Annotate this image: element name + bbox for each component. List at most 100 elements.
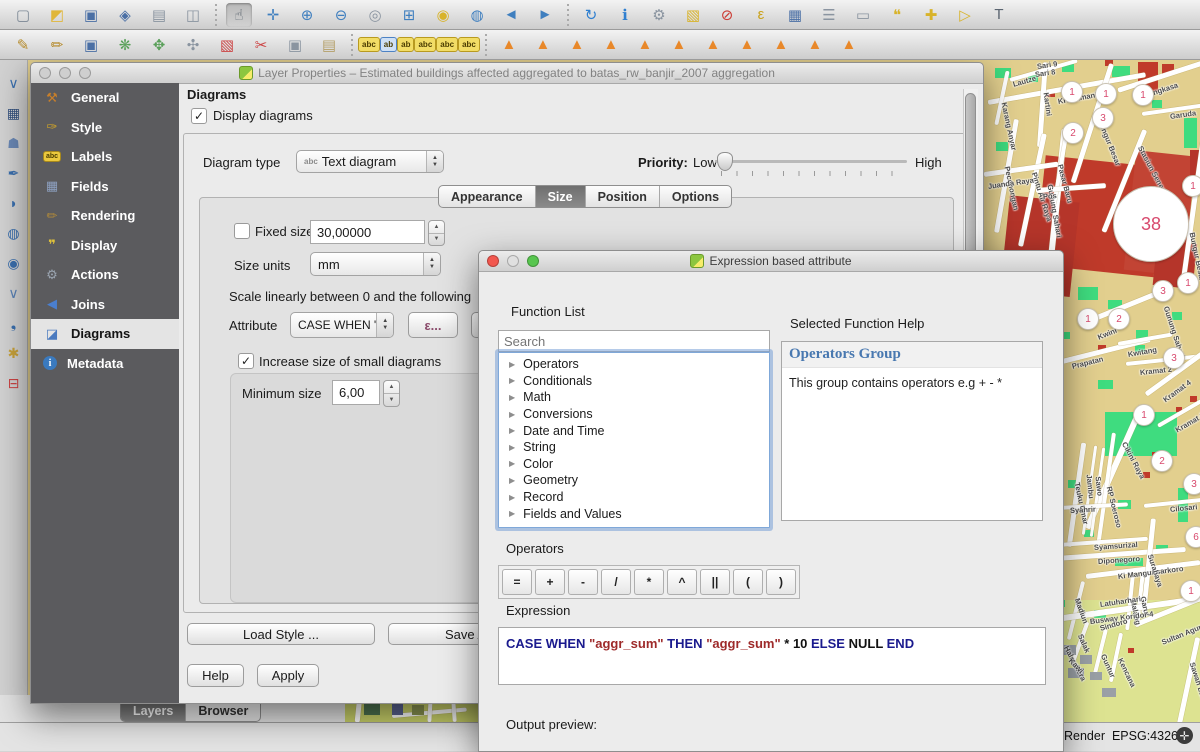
load-style-button[interactable]: Load Style ... — [187, 623, 375, 645]
measure-icon[interactable]: ▭ — [850, 3, 876, 27]
label-rotate-icon[interactable]: abc — [458, 37, 480, 52]
operator-button[interactable]: / — [601, 569, 631, 595]
fixed-size-stepper[interactable]: ▲▼ — [428, 220, 445, 246]
save-project-as-icon[interactable]: ◈ — [112, 3, 138, 27]
field-calculator-icon[interactable]: ☰ — [816, 3, 842, 27]
pan-map-icon[interactable]: ☝ — [226, 3, 252, 27]
expand-triangle-icon[interactable]: ▶ — [509, 509, 515, 518]
sidebar-item-fields[interactable]: ▦Fields — [31, 172, 179, 202]
sidebar-item-joins[interactable]: ◀Joins — [31, 290, 179, 320]
new-bookmark-icon[interactable]: ✚ — [918, 3, 944, 27]
show-bookmarks-icon[interactable]: ▷ — [952, 3, 978, 27]
function-group-color[interactable]: ▶Color — [499, 456, 769, 473]
add-mssql-layer-icon[interactable]: ◗ — [1, 191, 27, 215]
node-tool-icon[interactable]: ✣ — [180, 33, 206, 57]
copy-features-icon[interactable]: ▣ — [282, 33, 308, 57]
search-input[interactable] — [498, 330, 770, 352]
fixed-size-checkbox[interactable] — [234, 223, 250, 239]
minimum-size-stepper[interactable]: ▲▼ — [383, 380, 400, 407]
function-group-conditionals[interactable]: ▶Conditionals — [499, 373, 769, 390]
expand-triangle-icon[interactable]: ▶ — [509, 410, 515, 419]
diagram-type-dropdown[interactable]: abc Text diagram ▲▼ — [296, 150, 444, 173]
function-group-geometry[interactable]: ▶Geometry — [499, 472, 769, 489]
function-group-fields-and-values[interactable]: ▶Fields and Values — [499, 505, 769, 522]
refresh-icon[interactable]: ↻ — [578, 3, 604, 27]
zoom-window-icon[interactable] — [79, 67, 91, 79]
help-button[interactable]: Help — [187, 664, 244, 687]
map-tips-icon[interactable]: ❝ — [884, 3, 910, 27]
toggle-editing-icon[interactable]: ✏ — [44, 33, 70, 57]
plugin-swap-icon[interactable]: ▲ — [700, 33, 726, 57]
function-group-string[interactable]: ▶String — [499, 439, 769, 456]
expand-triangle-icon[interactable]: ▶ — [509, 459, 515, 468]
sidebar-item-metadata[interactable]: iMetadata — [31, 349, 179, 379]
function-group-date-and-time[interactable]: ▶Date and Time — [499, 422, 769, 439]
save-project-icon[interactable]: ▣ — [78, 3, 104, 27]
add-wfs-layer-icon[interactable]: ∨ — [1, 281, 27, 305]
composer-manager-icon[interactable]: ◫ — [180, 3, 206, 27]
select-by-expression-icon[interactable]: ε — [748, 3, 774, 27]
zoom-out-icon[interactable]: ⊖ — [328, 3, 354, 27]
tab-appearance[interactable]: Appearance — [439, 186, 536, 207]
paste-features-icon[interactable]: ▤ — [316, 33, 342, 57]
plugin-database-icon[interactable]: ▲ — [802, 33, 828, 57]
operator-button[interactable]: || — [700, 569, 730, 595]
close-icon[interactable] — [487, 255, 499, 267]
minimize-icon[interactable] — [507, 255, 519, 267]
save-edits-icon[interactable]: ▣ — [78, 33, 104, 57]
crs-globe-icon[interactable]: ✛ — [1176, 727, 1193, 744]
sidebar-item-style[interactable]: ✑Style — [31, 113, 179, 143]
deselect-features-icon[interactable]: ⊘ — [714, 3, 740, 27]
add-postgis-layer-icon[interactable]: ☗ — [1, 131, 27, 155]
zoom-to-selection-icon[interactable]: ◉ — [430, 3, 456, 27]
cut-features-icon[interactable]: ✂ — [248, 33, 274, 57]
plugin-flame-1-icon[interactable]: ▲ — [496, 33, 522, 57]
zoom-next-icon[interactable]: ► — [532, 3, 558, 27]
open-project-icon[interactable]: ◩ — [44, 3, 70, 27]
expand-triangle-icon[interactable]: ▶ — [509, 443, 515, 452]
run-feature-action-icon[interactable]: ⚙ — [646, 3, 672, 27]
zoom-in-icon[interactable]: ⊕ — [294, 3, 320, 27]
minimize-icon[interactable] — [59, 67, 71, 79]
delete-selected-icon[interactable]: ▧ — [214, 33, 240, 57]
expand-triangle-icon[interactable]: ▶ — [509, 426, 515, 435]
add-delimited-text-layer-icon[interactable]: ❟ — [1, 311, 27, 335]
add-wcs-layer-icon[interactable]: ◉ — [1, 251, 27, 275]
plugin-reload-icon[interactable]: ▲ — [564, 33, 590, 57]
operator-button[interactable]: ) — [766, 569, 796, 595]
plugin-tools-icon[interactable]: ▲ — [836, 33, 862, 57]
attribute-table-icon[interactable]: ▦ — [782, 3, 808, 27]
zoom-native-icon[interactable]: ◎ — [362, 3, 388, 27]
add-vector-layer-icon[interactable]: ∨ — [1, 71, 27, 95]
tab-options[interactable]: Options — [660, 186, 731, 207]
label-show-hide-icon[interactable]: abc — [414, 37, 436, 52]
operator-button[interactable]: = — [502, 569, 532, 595]
zoom-last-icon[interactable]: ◄ — [498, 3, 524, 27]
sidebar-item-actions[interactable]: ⚙Actions — [31, 260, 179, 290]
new-shapefile-layer-icon[interactable]: ✱ — [1, 341, 27, 365]
increase-size-checkbox[interactable]: ✓ — [238, 353, 254, 369]
operator-button[interactable]: + — [535, 569, 565, 595]
operator-button[interactable]: - — [568, 569, 598, 595]
tab-position[interactable]: Position — [586, 186, 660, 207]
remove-layer-icon[interactable]: ⊟ — [1, 371, 27, 395]
new-project-icon[interactable]: ▢ — [10, 3, 36, 27]
apply-button[interactable]: Apply — [257, 664, 319, 687]
function-list[interactable]: ▶Operators▶Conditionals▶Math▶Conversions… — [498, 352, 770, 528]
function-group-conversions[interactable]: ▶Conversions — [499, 406, 769, 423]
sidebar-item-labels[interactable]: abcLabels — [31, 142, 179, 172]
size-units-dropdown[interactable]: mm ▲▼ — [310, 252, 441, 276]
expand-triangle-icon[interactable]: ▶ — [509, 376, 515, 385]
minimum-size-field[interactable]: 6,00 — [332, 380, 380, 405]
expand-triangle-icon[interactable]: ▶ — [509, 476, 515, 485]
expand-triangle-icon[interactable]: ▶ — [509, 360, 515, 369]
plugin-adjust-icon[interactable]: ▲ — [598, 33, 624, 57]
move-feature-icon[interactable]: ✥ — [146, 33, 172, 57]
sidebar-item-display[interactable]: ❞Display — [31, 231, 179, 261]
function-group-record[interactable]: ▶Record — [499, 489, 769, 506]
expression-editor[interactable]: CASE WHEN "aggr_sum" THEN "aggr_sum" * 1… — [498, 627, 1046, 685]
sidebar-item-rendering[interactable]: ✏Rendering — [31, 201, 179, 231]
new-composer-icon[interactable]: ▤ — [146, 3, 172, 27]
add-spatialite-layer-icon[interactable]: ✒ — [1, 161, 27, 185]
text-annotation-icon[interactable]: T — [986, 3, 1012, 27]
